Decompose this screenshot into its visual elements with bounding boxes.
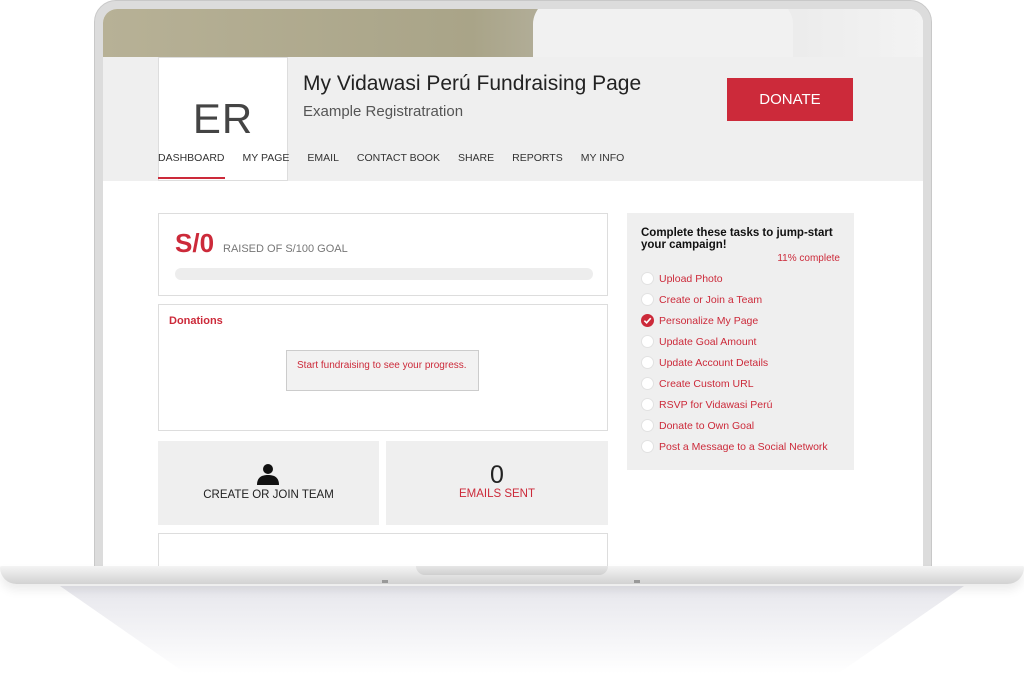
checkmark-icon xyxy=(643,317,652,325)
donations-title: Donations xyxy=(169,315,223,327)
create-join-team-tile[interactable]: CREATE OR JOIN TEAM xyxy=(158,441,379,525)
person-icon xyxy=(257,464,279,485)
task-checkbox[interactable] xyxy=(641,398,654,411)
task-label: Upload Photo xyxy=(659,272,723,285)
task-label: Update Goal Amount xyxy=(659,335,757,348)
laptop-screen: ER My Vidawasi Perú Fundraising Page Exa… xyxy=(94,0,932,572)
task-custom-url[interactable]: Create Custom URL xyxy=(641,373,840,394)
page-title: My Vidawasi Perú Fundraising Page xyxy=(303,72,642,95)
donations-empty-message: Start fundraising to see your progress. xyxy=(286,350,479,391)
tab-dashboard[interactable]: DASHBOARD xyxy=(158,149,225,179)
goal-progress-bar xyxy=(175,268,593,280)
laptop-notch xyxy=(416,566,608,575)
task-checkbox[interactable] xyxy=(641,440,654,453)
raised-summary-card: S/0 RAISED OF S/100 GOAL xyxy=(158,213,608,296)
create-join-team-label: CREATE OR JOIN TEAM xyxy=(203,489,334,501)
tab-contact-book[interactable]: CONTACT BOOK xyxy=(357,149,440,179)
task-label: Donate to Own Goal xyxy=(659,419,755,432)
emails-sent-tile[interactable]: 0 EMAILS SENT xyxy=(386,441,608,525)
tasks-checklist-panel: Complete these tasks to jump-start your … xyxy=(627,213,854,470)
cover-banner xyxy=(103,9,923,79)
task-label: Post a Message to a Social Network xyxy=(659,440,828,453)
task-donate-own-goal[interactable]: Donate to Own Goal xyxy=(641,415,840,436)
tab-share[interactable]: SHARE xyxy=(458,149,494,179)
laptop-foot xyxy=(382,580,388,583)
task-checkbox[interactable] xyxy=(641,314,654,327)
tab-email[interactable]: EMAIL xyxy=(307,149,339,179)
task-checkbox[interactable] xyxy=(641,356,654,369)
raised-amount: S/0 xyxy=(175,228,215,258)
donate-button[interactable]: DONATE xyxy=(727,78,853,121)
donations-card: Donations Start fundraising to see your … xyxy=(158,304,608,431)
task-label: RSVP for Vidawasi Perú xyxy=(659,398,773,411)
task-upload-photo[interactable]: Upload Photo xyxy=(641,268,840,289)
task-checkbox[interactable] xyxy=(641,293,654,306)
tasks-heading: Complete these tasks to jump-start your … xyxy=(641,227,833,251)
task-checkbox[interactable] xyxy=(641,419,654,432)
emails-sent-count: 0 xyxy=(490,461,504,489)
page-subtitle: Example Registratration xyxy=(303,103,464,120)
tasks-progress: 11% complete xyxy=(777,253,840,264)
task-label: Create Custom URL xyxy=(659,377,754,390)
partial-card xyxy=(158,533,608,569)
laptop-foot xyxy=(634,580,640,583)
task-label: Personalize My Page xyxy=(659,314,759,327)
task-label: Create or Join a Team xyxy=(659,293,763,306)
task-post-social[interactable]: Post a Message to a Social Network xyxy=(641,436,840,457)
task-personalize-page[interactable]: Personalize My Page xyxy=(641,310,840,331)
main-nav: DASHBOARD MY PAGE EMAIL CONTACT BOOK SHA… xyxy=(158,149,642,179)
task-label: Update Account Details xyxy=(659,356,769,369)
task-list: Upload Photo Create or Join a Team Perso… xyxy=(641,268,840,457)
browser-viewport: ER My Vidawasi Perú Fundraising Page Exa… xyxy=(103,9,923,569)
task-update-goal[interactable]: Update Goal Amount xyxy=(641,331,840,352)
task-create-join-team[interactable]: Create or Join a Team xyxy=(641,289,840,310)
tab-reports[interactable]: REPORTS xyxy=(512,149,563,179)
task-checkbox[interactable] xyxy=(641,335,654,348)
task-rsvp[interactable]: RSVP for Vidawasi Perú xyxy=(641,394,840,415)
tab-my-page[interactable]: MY PAGE xyxy=(243,149,290,179)
emails-sent-label: EMAILS SENT xyxy=(458,488,536,500)
task-checkbox[interactable] xyxy=(641,377,654,390)
task-checkbox[interactable] xyxy=(641,272,654,285)
tab-my-info[interactable]: MY INFO xyxy=(581,149,625,179)
raised-goal-label: RAISED OF S/100 GOAL xyxy=(223,243,348,255)
laptop-shadow xyxy=(60,586,964,674)
task-update-account[interactable]: Update Account Details xyxy=(641,352,840,373)
